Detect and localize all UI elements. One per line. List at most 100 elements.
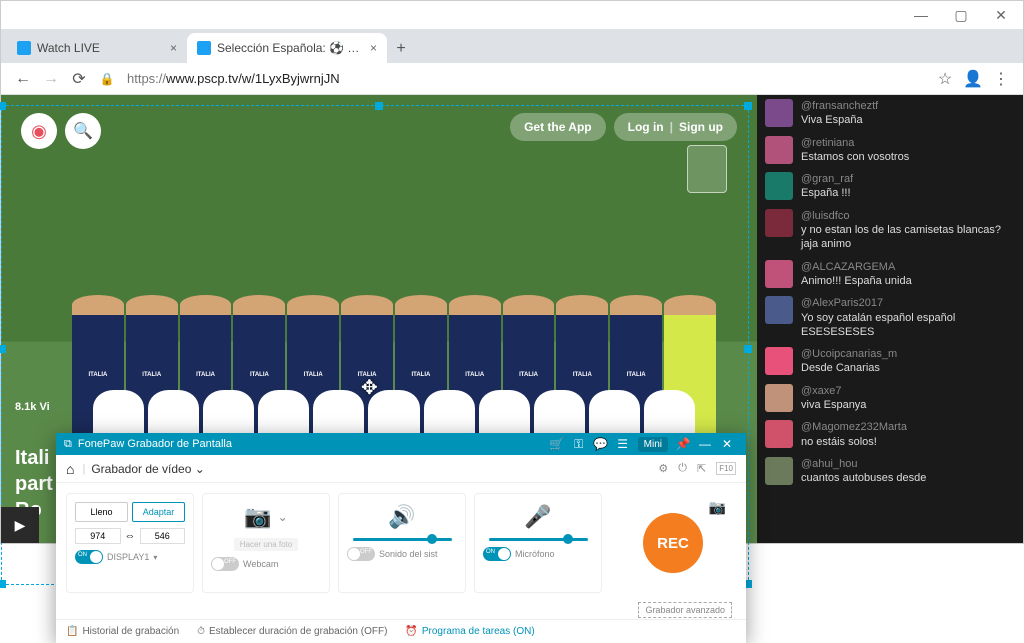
link-icon[interactable]: ⇔ [125,530,136,542]
menu-icon[interactable]: ⋮ [987,65,1015,93]
comment-icon[interactable]: 💬 [590,433,612,455]
display-label: DISPLAY1 [107,552,149,562]
chat-body: y no estan los de las camisetas blancas?… [801,223,1015,252]
speaker-icon: 🔊 [388,502,415,532]
avatar [765,172,793,200]
maximize-button[interactable]: ▢ [941,1,981,29]
chat-message: @Magomez232Martano estáis solos! [757,416,1023,453]
crest-icon [687,145,727,193]
chat-body: viva Espanya [801,398,866,412]
advanced-button[interactable]: Grabador avanzado [638,602,732,618]
signup-button[interactable]: Sign up [679,120,723,134]
camera-icon[interactable]: 📷 [709,499,726,516]
forward-button[interactable]: → [37,65,65,93]
minimize-icon[interactable]: — [694,433,716,455]
chat-body: Viva España [801,113,878,127]
mic-toggle[interactable]: ON [483,547,511,561]
webcam-toggle[interactable]: OFF [211,557,239,571]
width-input[interactable]: 974 [75,528,121,544]
chat-username: @ALCAZARGEMA [801,260,912,274]
take-photo-button[interactable]: Hacer una foto [234,538,298,551]
chat-message: @ahui_houcuantos autobuses desde [757,453,1023,490]
home-icon[interactable]: ⌂ [66,461,74,477]
play-button[interactable]: ▶ [1,507,39,543]
duration-button[interactable]: ⏱ Establecer duración de grabación (OFF) [197,626,387,637]
display-toggle[interactable]: ON [75,550,103,564]
webcam-label: Webcam [243,559,278,569]
reload-button[interactable]: ⟳ [65,65,93,93]
new-tab-button[interactable]: + [387,35,415,63]
profile-icon[interactable]: 👤 [959,65,987,93]
sound-slider[interactable] [353,538,452,541]
webcam-icon: 📷 ⌄ [244,502,287,532]
get-app-button[interactable]: Get the App [510,113,606,141]
chat-panel: @fransancheztfViva España @retinianaEsta… [757,95,1023,543]
tab-seleccion[interactable]: Selección Española: ⚽ EN DI × [187,33,387,63]
close-button[interactable]: ✕ [981,1,1021,29]
chat-username: @gran_raf [801,172,853,186]
kids-row [91,390,697,435]
recorder-window: ⧉ FonePaw Grabador de Pantalla 🛒 ⚿ 💬 ☰ M… [56,433,746,643]
close-icon[interactable]: × [170,41,177,55]
full-button[interactable]: Lleno [75,502,128,522]
cart-icon[interactable]: 🛒 [546,433,568,455]
login-button[interactable]: Log in [628,120,664,134]
tab-watch-live[interactable]: Watch LIVE × [7,33,187,63]
avatar [765,384,793,412]
history-button[interactable]: 📋 Historial de grabación [66,626,179,637]
mic-slider[interactable] [489,538,588,541]
search-icon[interactable]: 🔍 [65,113,101,149]
pin-icon[interactable]: 📌 [672,433,694,455]
rec-module: 📷 REC [610,493,736,593]
back-button[interactable]: ← [9,65,37,93]
minimize-button[interactable]: — [901,1,941,29]
chat-body: no estáis solos! [801,435,907,449]
chat-username: @fransancheztf [801,99,878,113]
schedule-button[interactable]: ⏰ Programa de tareas (ON) [405,626,534,637]
auth-buttons[interactable]: Log in|Sign up [614,113,737,141]
chat-body: cuantos autobuses desde [801,471,926,485]
chat-username: @ahui_hou [801,457,926,471]
mini-button[interactable]: Mini [638,437,668,452]
gear-icon[interactable]: ⚙ [658,462,668,475]
chat-username: @xaxe7 [801,384,866,398]
periscope-icon[interactable]: ◉ [21,113,57,149]
chat-message: @AlexParis2017Yo soy catalán español esp… [757,292,1023,343]
chat-message: @xaxe7viva Espanya [757,380,1023,417]
chat-username: @Ucoipcanarias_m [801,347,897,361]
favicon-icon [17,41,31,55]
rec-button[interactable]: REC [643,513,703,573]
chat-username: @retiniana [801,136,909,150]
key-icon[interactable]: ⚿ [568,433,590,455]
star-icon[interactable]: ☆ [931,65,959,93]
sound-toggle[interactable]: OFF [347,547,375,561]
avatar [765,347,793,375]
export-icon[interactable]: ⇱ [697,462,706,475]
recorder-tab[interactable]: Grabador de vídeo ⌄ [91,462,204,476]
chat-username: @AlexParis2017 [801,296,1015,310]
chat-body: Desde Canarias [801,361,897,375]
adapt-button[interactable]: Adaptar [132,502,185,522]
avatar [765,99,793,127]
chat-body: Animo!!! España unida [801,274,912,288]
viewer-count: 8.1k Vi [15,401,50,413]
lock-icon: 🔒 [93,65,121,93]
url-input[interactable]: https://www.pscp.tv/w/1LyxByjwrnjJN [121,71,931,86]
sound-label: Sonido del sist [379,549,438,559]
chat-message: @retinianaEstamos con vosotros [757,132,1023,169]
chat-username: @luisdfco [801,209,1015,223]
chat-message: @fransancheztfViva España [757,95,1023,132]
avatar [765,209,793,237]
f10-icon[interactable]: F10 [716,462,736,475]
close-icon[interactable]: × [370,41,377,55]
height-input[interactable]: 546 [140,528,186,544]
recorder-title: FonePaw Grabador de Pantalla [78,438,546,450]
avatar [765,260,793,288]
avatar [765,420,793,448]
close-icon[interactable]: ✕ [716,433,738,455]
power-icon[interactable]: ⏻ [678,462,687,475]
avatar [765,457,793,485]
video-area: ◉ 🔍 Get the App Log in|Sign up ITALIA IT… [1,95,757,543]
menu-icon[interactable]: ☰ [612,433,634,455]
chat-message: @gran_rafEspaña !!! [757,168,1023,205]
